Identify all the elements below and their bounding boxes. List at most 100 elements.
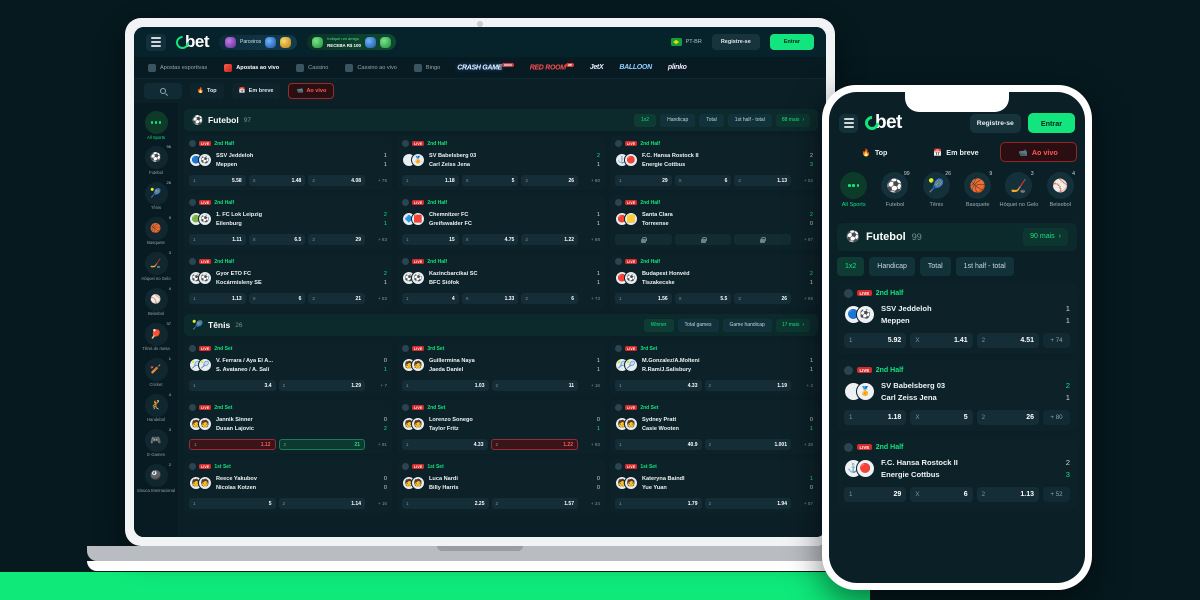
odd-button[interactable]: X 6.5	[248, 234, 306, 245]
match-card[interactable]: LIVE 2nd Set 🧑 🧑 Lorenzo Sonego Taylor Fritz 0…	[397, 400, 605, 454]
referral-banner[interactable]: Indique um amigo RECEBA R$ 100	[307, 34, 396, 50]
sidebar-item-sinuca-internacional[interactable]: 🎱 2 Sinuca Internacional	[136, 462, 176, 495]
mobile-sport-basquete[interactable]: 🏀 9 Basquete	[958, 171, 997, 209]
odd-button[interactable]: 2 1.14	[278, 498, 365, 509]
market-filter-1[interactable]: Total games	[677, 318, 719, 332]
game-logo-jetx[interactable]: JetX	[590, 64, 604, 71]
more-markets-count[interactable]: + 52	[794, 178, 813, 183]
match-card[interactable]: LIVE 2nd Half ⚓ 🔴 F.C. Hansa Rostock II Energ…	[610, 136, 818, 190]
match-card[interactable]: LIVE 2nd Half 🟢 ⚽ 1. FC Lok Leipzig Eilenburg…	[184, 195, 392, 249]
sidebar-item-handebol[interactable]: 🤾 4 Handebol	[136, 392, 176, 425]
match-card[interactable]: LIVE 3rd Set 🎾 🎾 M.Gonzalez/A.Molteni R.Ram/J…	[610, 341, 818, 395]
menu-icon[interactable]	[146, 33, 166, 51]
odd-button[interactable]: X6	[248, 293, 306, 304]
nav-item-live-betting[interactable]: Apostas ao vivo	[224, 63, 296, 72]
mobile-market-filter-0[interactable]: 1x2	[837, 256, 865, 276]
odd-button[interactable]: 1 1.12	[189, 439, 276, 450]
market-filter-0[interactable]: Winner	[643, 318, 674, 332]
register-button[interactable]: Registre-se	[711, 34, 760, 50]
odd-button[interactable]: 2 11	[491, 380, 578, 391]
odd-button[interactable]: X5	[461, 175, 519, 186]
odd-button[interactable]: 2 1.29	[278, 380, 365, 391]
section-more-button[interactable]: 17 mais ›	[775, 318, 810, 332]
sidebar-item-t-nis[interactable]: 🎾 26 Tênis	[136, 180, 176, 213]
odd-button[interactable]: 1 15	[402, 234, 459, 245]
sidebar-item-h-quei-no-gelo[interactable]: 🏒 3 Hóquei no Gelo	[136, 250, 176, 283]
mobile-tab-top[interactable]: 🔥 Top	[837, 142, 912, 162]
sports-sidebar[interactable]: All Sports ⚽ 96 Futebol 🎾 26 Tênis 🏀 9 Basquete 🏒 3…	[134, 103, 178, 537]
tab-upcoming[interactable]: 📅 Em breve	[231, 83, 281, 99]
odd-button[interactable]: 2 26	[521, 175, 579, 186]
odd-button[interactable]: 1 4.33	[615, 380, 702, 391]
odd-button[interactable]: X 4.75	[461, 234, 519, 245]
odd-button[interactable]: 1 1.18	[402, 175, 459, 186]
mobile-register-button[interactable]: Registre-se	[969, 113, 1021, 133]
mobile-market-filter-1[interactable]: Handicap	[869, 256, 915, 276]
match-card[interactable]: LIVE 2nd Half 🔴 ⚽ Budapest Honvéd Tiszakecske…	[610, 254, 818, 308]
odd-button[interactable]: 1 1.11	[189, 234, 246, 245]
mobile-sports-strip[interactable]: All Sports ⚽ 99 Futebol 🎾 26 Tênis 🏀 9 Basquete 🏒 3…	[829, 164, 1085, 213]
mobile-odd-button[interactable]: 2 26	[976, 409, 1039, 425]
match-card[interactable]: LIVE 3rd Set 🧑 🧑 Guillermina Naya Jaeda Danie…	[397, 341, 605, 395]
odd-button[interactable]: 1 1.13	[189, 293, 246, 304]
sidebar-item-basquete[interactable]: 🏀 9 Basquete	[136, 215, 176, 248]
mobile-match-card[interactable]: LIVE 2nd Half 🔵 ⚽ SSV Jeddeloh Meppen 1 1 1 5.92 X…	[837, 282, 1077, 354]
odd-button[interactable]: 2 1.94	[704, 498, 791, 509]
more-markets-count[interactable]: + 74	[1042, 332, 1070, 348]
market-filter-1[interactable]: Handicap	[660, 113, 696, 127]
mobile-tab-live[interactable]: 📹 Ao vivo	[999, 142, 1077, 162]
mobile-odd-button[interactable]: X 1.41	[910, 332, 973, 348]
odd-button[interactable]: 2 21	[308, 293, 366, 304]
game-logo-plinko[interactable]: plinko	[668, 64, 687, 71]
odd-button[interactable]: 2 4.08	[308, 175, 366, 186]
odd-button[interactable]: 2 1.22	[521, 234, 579, 245]
market-filter-0[interactable]: 1x2	[634, 113, 657, 127]
odd-button[interactable]: 1 3.4	[189, 380, 276, 391]
mobile-sport-beisebol[interactable]: ⚾ 4 Beisebol	[1041, 171, 1080, 209]
more-markets-count[interactable]: + 97	[794, 237, 813, 242]
more-markets-count[interactable]: + 53	[368, 296, 387, 301]
sidebar-item-t-nis-de-mesa[interactable]: 🏓 37 Tênis de mesa	[136, 321, 176, 354]
odd-button[interactable]: 2 26	[734, 293, 792, 304]
mobile-match-card[interactable]: LIVE 2nd Half 🛡 🏅 SV Babelsberg 03 Carl Zeiss…	[837, 359, 1077, 431]
mobile-sport-futebol[interactable]: ⚽ 99 Futebol	[875, 171, 914, 209]
odd-button[interactable]: 1 1.56	[615, 293, 672, 304]
more-markets-count[interactable]: + 80	[581, 178, 600, 183]
mobile-menu-icon[interactable]	[839, 113, 858, 133]
more-markets-count[interactable]: + 7	[368, 383, 387, 388]
mobile-market-filters[interactable]: 1x2 Handicap Total 1st half - total	[829, 256, 1085, 283]
mobile-sport-all-sports[interactable]: All Sports	[834, 172, 873, 209]
more-markets-count[interactable]: + 73	[581, 296, 600, 301]
more-markets-count[interactable]: + 57	[794, 501, 813, 506]
odd-button[interactable]: 26	[521, 293, 579, 304]
odd-button[interactable]: 1 1.79	[615, 498, 702, 509]
mobile-odd-button[interactable]: X6	[910, 486, 973, 502]
more-markets-count[interactable]: + 28	[794, 442, 813, 447]
more-markets-count[interactable]: + 24	[581, 501, 600, 506]
more-markets-count[interactable]: + 16	[368, 501, 387, 506]
nav-item-live-casino[interactable]: Cassino ao vivo	[345, 63, 414, 72]
more-markets-count[interactable]: + 80	[1042, 409, 1070, 425]
market-filter-2[interactable]: Game handicap	[722, 318, 772, 332]
game-logo-redroom[interactable]: RED ROOM VIP	[530, 63, 574, 72]
odd-button[interactable]: 14	[402, 293, 459, 304]
odd-button[interactable]: X 1.48	[248, 175, 306, 186]
mobile-market-filter-2[interactable]: Total	[919, 256, 951, 276]
odd-button[interactable]: 2 1.57	[491, 498, 578, 509]
nav-item-sports[interactable]: Apostas esportivas	[148, 63, 224, 72]
sidebar-item-e-games[interactable]: 🎮 3 E-Games	[136, 427, 176, 460]
more-markets-count[interactable]: + 91	[368, 442, 387, 447]
match-card[interactable]: LIVE 1st Set 🧑 🧑 Kateryna Baindl Yue Yuan 1 0 1 1…	[610, 459, 818, 513]
mobile-match-card[interactable]: LIVE 2nd Half ⚓ 🔴 F.C. Hansa Rostock II Energ…	[837, 436, 1077, 508]
match-card[interactable]: LIVE 1st Set 🧑 🧑 Luca Nardi Billy Harris 0 0 1 2.…	[397, 459, 605, 513]
odd-button[interactable]: 2 1.19	[704, 380, 791, 391]
mobile-brand-logo[interactable]: bet	[862, 112, 902, 134]
match-card[interactable]: LIVE 2nd Half 🔷 🟥 Chemnitzer FC Greifswalder …	[397, 195, 605, 249]
odd-button[interactable]: 2 1.13	[734, 175, 792, 186]
more-markets-count[interactable]: + 2	[794, 383, 813, 388]
more-markets-count[interactable]: + 75	[368, 178, 387, 183]
more-markets-count[interactable]: + 88	[581, 237, 600, 242]
nav-item-casino[interactable]: Cassino	[296, 63, 345, 72]
odd-button[interactable]: X 1.33	[461, 293, 519, 304]
mobile-odd-button[interactable]: 1 29	[844, 486, 907, 502]
